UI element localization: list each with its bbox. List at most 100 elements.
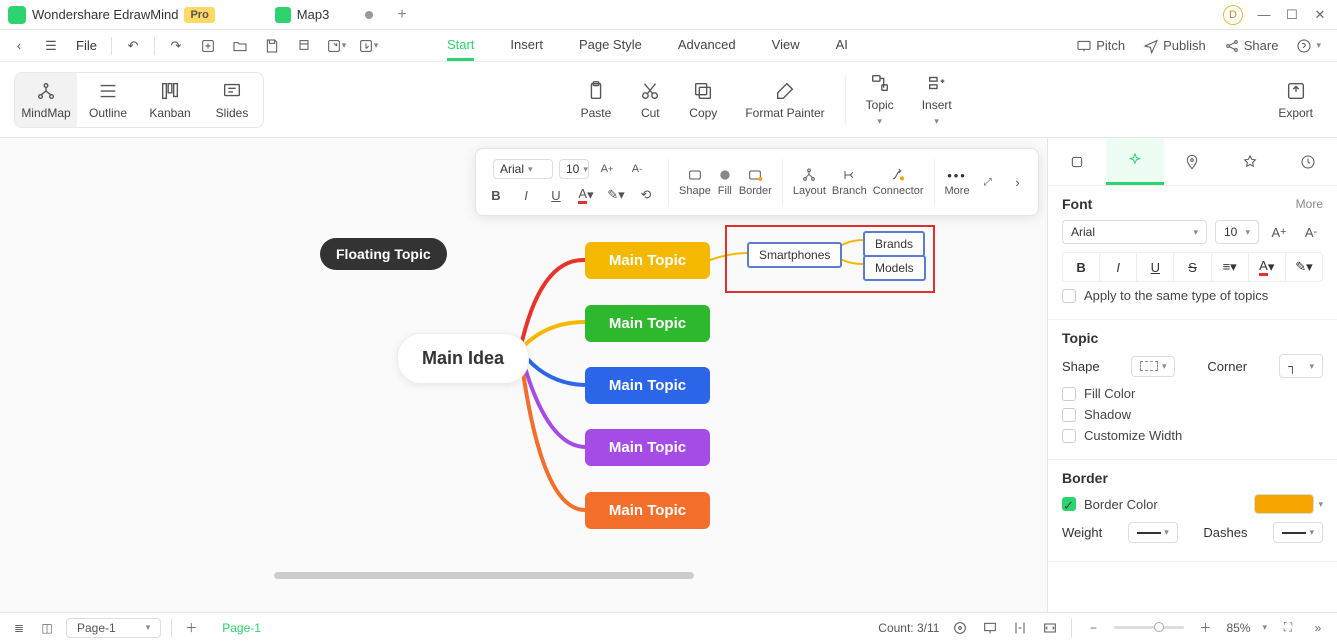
- tab-ai[interactable]: AI: [836, 31, 848, 61]
- italic-icon[interactable]: I: [514, 183, 538, 207]
- panel-tab-history[interactable]: [1279, 138, 1337, 185]
- document-tab[interactable]: Map3: [265, 3, 384, 27]
- tab-start[interactable]: Start: [447, 31, 474, 61]
- menu-icon[interactable]: ☰: [38, 33, 64, 59]
- page-selector[interactable]: Page-1▾: [66, 618, 161, 638]
- view-slides[interactable]: Slides: [201, 73, 263, 127]
- scroll-right-icon[interactable]: ›: [1006, 170, 1030, 194]
- help-button[interactable]: ▾: [1296, 38, 1321, 54]
- zoom-slider[interactable]: [1114, 626, 1184, 629]
- new-button[interactable]: [195, 33, 221, 59]
- main-topic-4[interactable]: Main Topic: [585, 429, 710, 466]
- clear-format-icon[interactable]: ⟲: [634, 183, 658, 207]
- insert-button[interactable]: Insert▾: [912, 68, 962, 131]
- connector-button[interactable]: Connector: [873, 167, 924, 197]
- panel-tab-ai[interactable]: [1106, 138, 1164, 185]
- panel-align[interactable]: ≡▾: [1212, 253, 1249, 281]
- paste-button[interactable]: Paste: [571, 76, 622, 124]
- recenter-icon[interactable]: [951, 619, 969, 637]
- weight-select[interactable]: ▾: [1128, 522, 1178, 543]
- view-mindmap[interactable]: MindMap: [15, 73, 77, 127]
- shape-select[interactable]: ▾: [1131, 356, 1175, 377]
- view-outline[interactable]: Outline: [77, 73, 139, 127]
- zoom-in-button[interactable]: ＋: [1196, 619, 1214, 637]
- add-page-button[interactable]: ＋: [182, 619, 200, 637]
- canvas[interactable]: Floating Topic Main Idea Main Topic Main…: [0, 138, 1047, 612]
- highlight-icon[interactable]: ✎▾: [604, 183, 628, 207]
- main-topic-3[interactable]: Main Topic: [585, 367, 710, 404]
- panel-font-family[interactable]: Arial▾: [1062, 220, 1207, 244]
- panel-font-color[interactable]: A▾: [1249, 253, 1286, 281]
- expand-icon[interactable]: ⤢: [976, 170, 1000, 194]
- underline-icon[interactable]: U: [544, 183, 568, 207]
- back-button[interactable]: ‹: [6, 33, 32, 59]
- topic-button[interactable]: Topic▾: [856, 68, 904, 131]
- main-idea-node[interactable]: Main Idea: [397, 333, 529, 384]
- save-button[interactable]: [259, 33, 285, 59]
- dashes-select[interactable]: ▾: [1273, 522, 1323, 543]
- panel-highlight[interactable]: ✎▾: [1286, 253, 1322, 281]
- copy-button[interactable]: Copy: [679, 76, 727, 124]
- split-icon[interactable]: ◫: [38, 619, 56, 637]
- panel-tab-marker[interactable]: [1164, 138, 1222, 185]
- panel-font-size[interactable]: 10▾: [1215, 220, 1259, 244]
- tab-view[interactable]: View: [772, 31, 800, 61]
- apply-same-check[interactable]: Apply to the same type of topics: [1062, 288, 1323, 303]
- border-color-check[interactable]: ✓Border Color: [1062, 497, 1158, 512]
- border-color-swatch[interactable]: ▾: [1254, 494, 1323, 514]
- decrease-font-icon[interactable]: A-: [625, 157, 649, 181]
- present-icon[interactable]: [981, 619, 999, 637]
- open-button[interactable]: [227, 33, 253, 59]
- tab-page-style[interactable]: Page Style: [579, 31, 642, 61]
- main-topic-5[interactable]: Main Topic: [585, 492, 710, 529]
- undo-button[interactable]: ↶: [120, 33, 146, 59]
- print-button[interactable]: [291, 33, 317, 59]
- import-dropdown[interactable]: ▾: [355, 33, 381, 59]
- floating-topic[interactable]: Floating Topic: [320, 238, 447, 270]
- layout-button[interactable]: Layout: [793, 167, 826, 197]
- panel-strike[interactable]: S: [1174, 253, 1211, 281]
- zoom-label[interactable]: 85%: [1226, 621, 1250, 635]
- panel-increase-font[interactable]: A+: [1267, 220, 1291, 244]
- font-more-link[interactable]: More: [1296, 197, 1323, 211]
- shadow-check[interactable]: Shadow: [1062, 407, 1323, 422]
- panel-tab-style[interactable]: [1048, 138, 1106, 185]
- view-kanban[interactable]: Kanban: [139, 73, 201, 127]
- file-menu[interactable]: File: [70, 38, 103, 53]
- fit-icon[interactable]: [1041, 619, 1059, 637]
- panel-decrease-font[interactable]: A-: [1299, 220, 1323, 244]
- horizontal-scrollbar[interactable]: [0, 570, 1047, 582]
- export-button[interactable]: Export: [1268, 76, 1323, 124]
- increase-font-icon[interactable]: A+: [595, 157, 619, 181]
- share-button[interactable]: Share: [1224, 38, 1279, 54]
- fullscreen-icon[interactable]: ⛶: [1279, 619, 1297, 637]
- window-close[interactable]: ✕: [1313, 8, 1327, 22]
- export-dropdown[interactable]: ▾: [323, 33, 349, 59]
- border-button[interactable]: Border: [739, 167, 772, 197]
- compact-icon[interactable]: [1011, 619, 1029, 637]
- window-minimize[interactable]: —: [1257, 8, 1271, 22]
- more-button[interactable]: •••More: [945, 168, 970, 197]
- subtopic-brands[interactable]: Brands: [863, 231, 925, 257]
- tab-insert[interactable]: Insert: [510, 31, 543, 61]
- branch-button[interactable]: Branch: [832, 167, 867, 197]
- font-size-select[interactable]: 10▾: [559, 159, 589, 179]
- user-avatar[interactable]: D: [1223, 5, 1243, 25]
- add-tab-button[interactable]: +: [397, 6, 406, 24]
- subtopic-models[interactable]: Models: [863, 255, 926, 281]
- panel-bold[interactable]: B: [1063, 253, 1100, 281]
- main-topic-2[interactable]: Main Topic: [585, 305, 710, 342]
- main-topic-1[interactable]: Main Topic: [585, 242, 710, 279]
- zoom-out-button[interactable]: −: [1084, 619, 1102, 637]
- bold-icon[interactable]: B: [484, 183, 508, 207]
- font-family-select[interactable]: Arial▾: [493, 159, 553, 179]
- shape-button[interactable]: Shape: [679, 167, 711, 197]
- tab-advanced[interactable]: Advanced: [678, 31, 736, 61]
- cut-button[interactable]: Cut: [629, 76, 671, 124]
- fill-color-check[interactable]: Fill Color: [1062, 386, 1323, 401]
- font-color-icon[interactable]: A▾: [574, 183, 598, 207]
- custom-width-check[interactable]: Customize Width: [1062, 428, 1323, 443]
- subtopic-smartphones[interactable]: Smartphones: [747, 242, 842, 268]
- pitch-button[interactable]: Pitch: [1076, 38, 1125, 54]
- outline-toggle-icon[interactable]: ≣: [10, 619, 28, 637]
